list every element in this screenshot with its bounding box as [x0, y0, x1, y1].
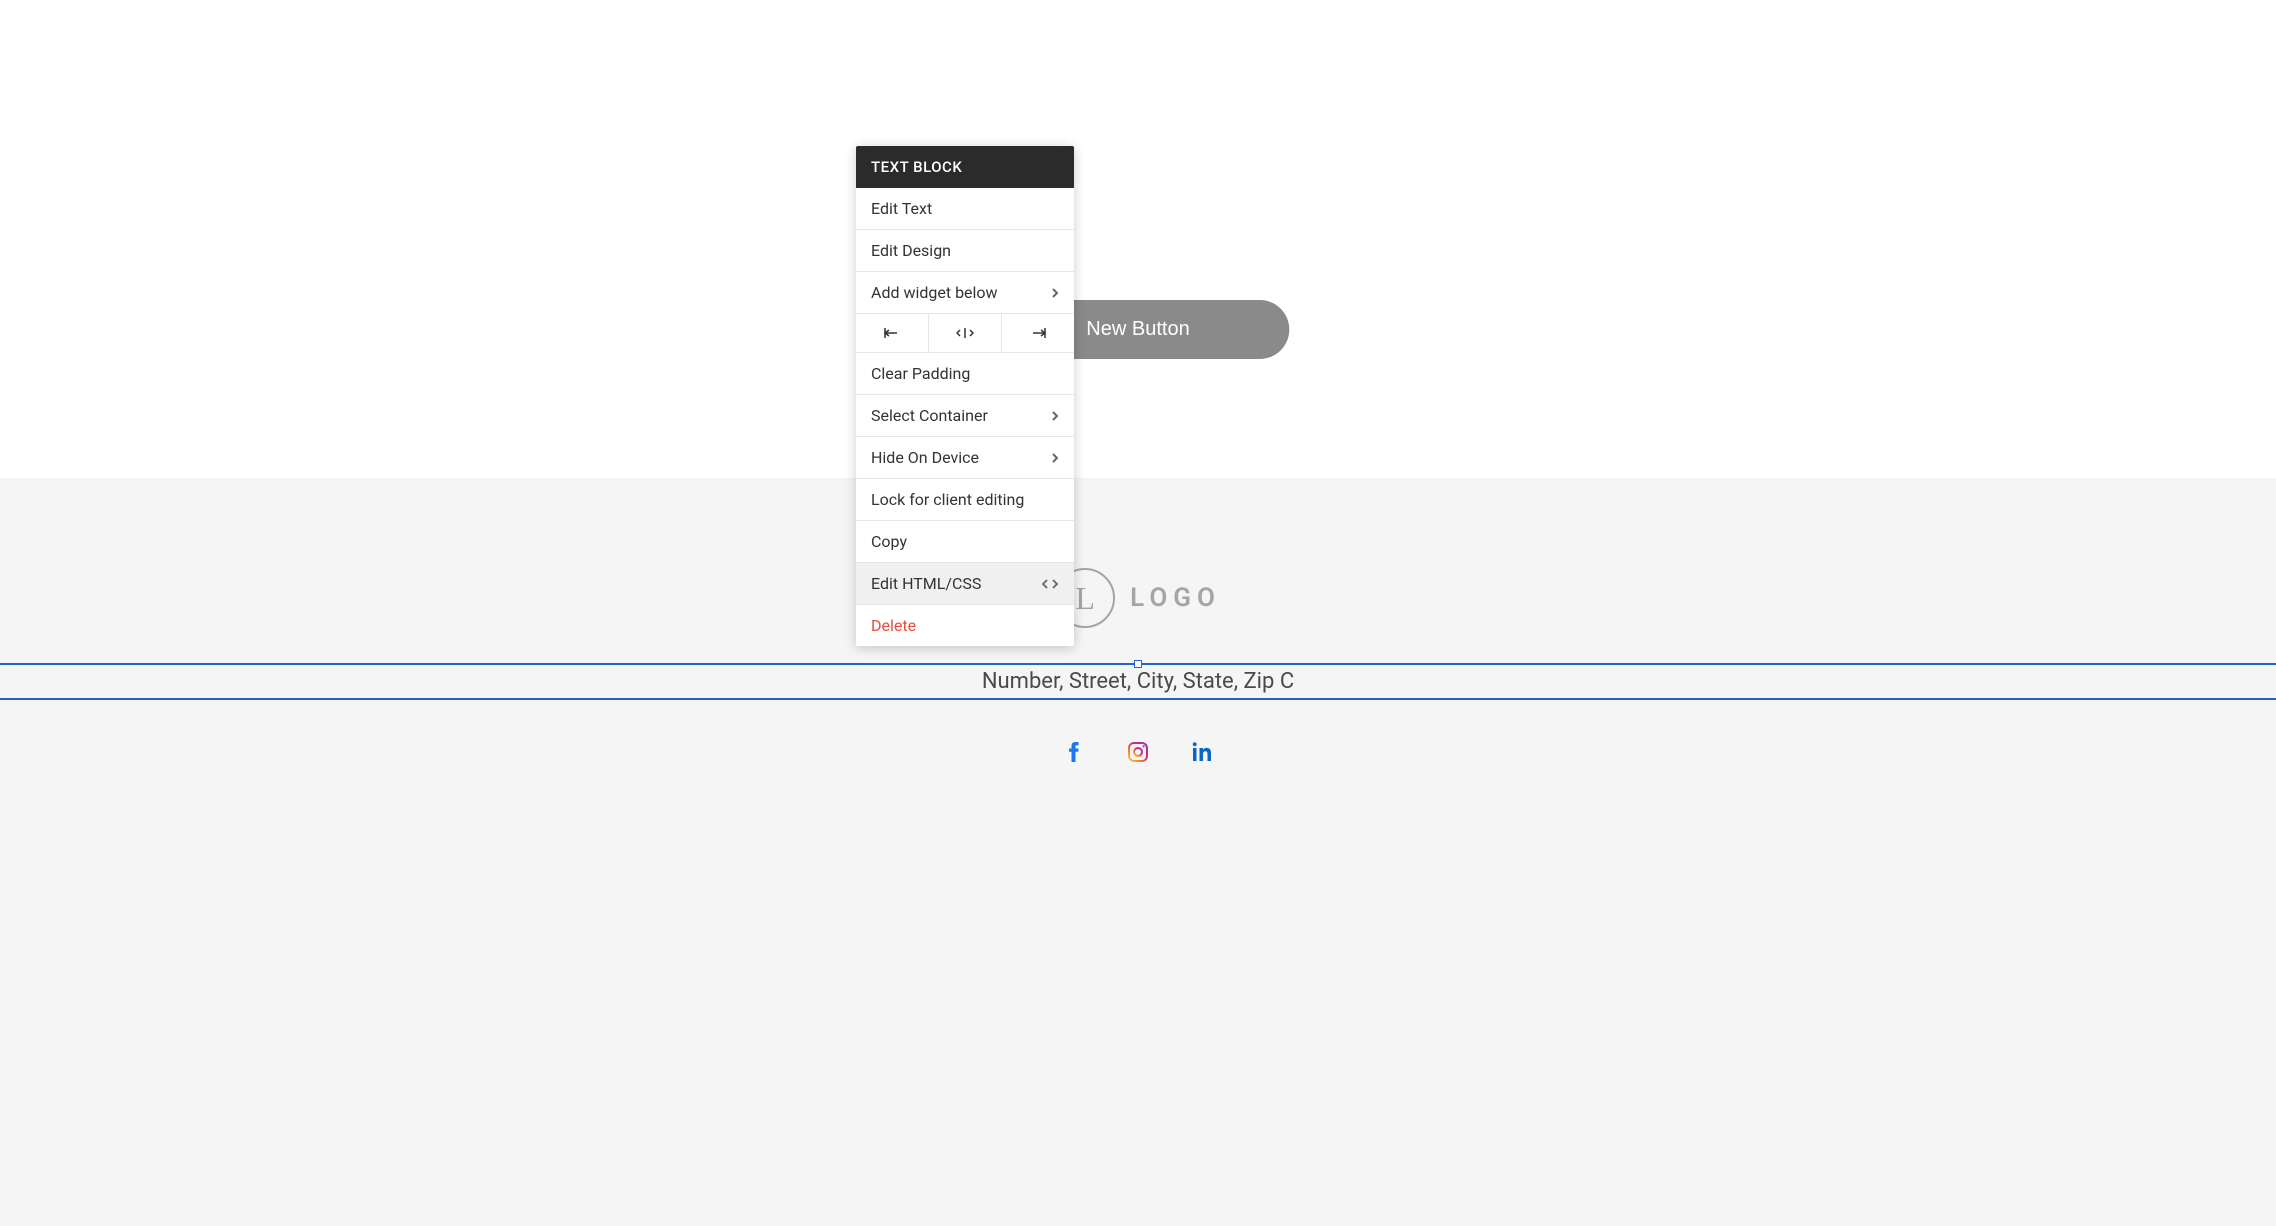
selected-text-block[interactable]: Number, Street, City, State, Zip C: [0, 663, 2276, 700]
facebook-icon[interactable]: [1062, 740, 1086, 764]
selection-handle[interactable]: [1134, 660, 1142, 668]
menu-item-lock-editing[interactable]: Lock for client editing: [856, 479, 1074, 521]
chevron-right-icon: [1051, 287, 1059, 299]
chevron-right-icon: [1051, 452, 1059, 464]
align-center-icon: [956, 326, 974, 340]
menu-item-select-container[interactable]: Select Container: [856, 395, 1074, 437]
menu-item-label: Add widget below: [871, 283, 998, 302]
menu-item-hide-on-device[interactable]: Hide On Device: [856, 437, 1074, 479]
address-text[interactable]: Number, Street, City, State, Zip C: [0, 669, 2276, 694]
menu-item-clear-padding[interactable]: Clear Padding: [856, 353, 1074, 395]
social-icons-row: [0, 740, 2276, 764]
code-icon: [1041, 577, 1059, 591]
align-center-button[interactable]: [929, 314, 1002, 352]
logo-container: L LOGO: [0, 568, 2276, 628]
menu-item-label: Select Container: [871, 406, 988, 425]
menu-item-label: Edit Text: [871, 199, 932, 218]
menu-item-edit-text[interactable]: Edit Text: [856, 188, 1074, 230]
menu-item-label: Hide On Device: [871, 448, 979, 467]
canvas-area: New Button: [0, 0, 2276, 478]
context-menu-header: TEXT BLOCK: [856, 146, 1074, 188]
instagram-icon[interactable]: [1126, 740, 1150, 764]
menu-item-add-widget[interactable]: Add widget below: [856, 272, 1074, 314]
menu-item-label: Lock for client editing: [871, 490, 1024, 509]
linkedin-icon[interactable]: [1190, 740, 1214, 764]
context-menu: TEXT BLOCK Edit Text Edit Design Add wid…: [856, 146, 1074, 646]
align-right-button[interactable]: [1002, 314, 1074, 352]
menu-item-edit-html[interactable]: Edit HTML/CSS: [856, 563, 1074, 605]
menu-item-copy[interactable]: Copy: [856, 521, 1074, 563]
align-left-button[interactable]: [856, 314, 929, 352]
menu-item-edit-design[interactable]: Edit Design: [856, 230, 1074, 272]
align-left-icon: [883, 326, 901, 340]
footer-area: L LOGO Number, Street, City, State, Zip …: [0, 478, 2276, 1226]
alignment-row: [856, 314, 1074, 353]
logo-text: LOGO: [1130, 583, 1221, 613]
menu-item-label: Clear Padding: [871, 364, 970, 383]
menu-item-label: Delete: [871, 616, 916, 635]
logo-letter: L: [1075, 580, 1095, 617]
align-right-icon: [1029, 326, 1047, 340]
menu-item-label: Copy: [871, 532, 907, 551]
menu-item-delete[interactable]: Delete: [856, 605, 1074, 646]
menu-item-label: Edit Design: [871, 241, 951, 260]
chevron-right-icon: [1051, 410, 1059, 422]
menu-item-label: Edit HTML/CSS: [871, 574, 981, 593]
